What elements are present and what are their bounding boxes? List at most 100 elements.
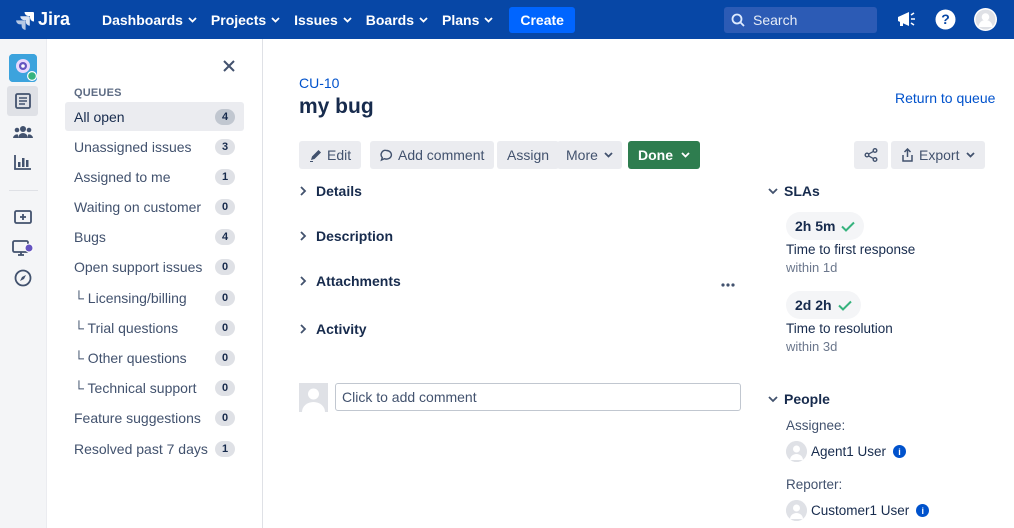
status-done-button[interactable]: Done [628, 141, 700, 169]
user-avatar-icon [786, 500, 807, 521]
channels-icon[interactable] [12, 237, 34, 259]
sla-target: within 3d [786, 339, 838, 354]
queue-item-assigned-to-me[interactable]: Assigned to me 1 [65, 162, 244, 191]
chevron-down-icon [484, 16, 493, 23]
queue-count: 0 [215, 379, 235, 396]
details-section-label: Details [316, 183, 362, 199]
queue-item-other-questions[interactable]: └ Other questions 0 [65, 343, 244, 372]
slas-section-toggle[interactable]: SLAs [768, 183, 820, 199]
activity-section-toggle[interactable]: Activity [299, 321, 367, 337]
nav-boards-label: Boards [365, 11, 414, 28]
info-icon[interactable]: i [893, 445, 907, 458]
activity-section-label: Activity [316, 321, 367, 337]
nav-boards[interactable]: Boards [366, 12, 428, 28]
chevron-down-icon [768, 188, 778, 195]
queue-item-all-open[interactable]: All open 4 [65, 102, 244, 131]
assign-button[interactable]: Assign [497, 141, 560, 169]
reporter-user[interactable]: Customer1 User i [786, 500, 930, 521]
project-avatar-icon[interactable] [9, 54, 37, 82]
queue-count: 0 [215, 289, 235, 306]
add-comment-button[interactable]: Add comment [370, 141, 495, 169]
nav-dashboards[interactable]: Dashboards [102, 12, 197, 28]
attachments-more-button[interactable] [721, 274, 735, 290]
nav-plans[interactable]: Plans [442, 12, 493, 28]
add-comment-label: Add comment [398, 147, 485, 163]
sla-time: 2d 2h [795, 297, 832, 313]
share-button[interactable] [854, 141, 888, 169]
queue-item-trial-questions[interactable]: └ Trial questions 0 [65, 313, 244, 342]
chevron-down-icon [966, 152, 976, 158]
queue-count: 0 [215, 258, 235, 275]
customers-icon[interactable] [12, 121, 34, 143]
queues-sidebar: QUEUES All open 4 Unassigned issues 3 Assi… [47, 39, 263, 528]
check-icon [841, 221, 856, 232]
help-icon[interactable]: ? [935, 9, 956, 33]
queue-count: 1 [215, 440, 235, 457]
more-label: More [566, 147, 598, 163]
queue-item-unassigned[interactable]: Unassigned issues 3 [65, 132, 244, 161]
issue-key-link[interactable]: CU-10 [299, 75, 339, 91]
comment-icon [380, 149, 393, 161]
queue-item-bugs[interactable]: Bugs 4 [65, 222, 244, 251]
sla-label: Time to resolution [786, 321, 893, 336]
chevron-down-icon [681, 152, 690, 158]
assignee-user[interactable]: Agent1 User i [786, 441, 907, 462]
chevron-right-icon [300, 276, 307, 286]
queue-item-feature-suggestions[interactable]: Feature suggestions 0 [65, 403, 244, 432]
slas-header: SLAs [784, 183, 820, 199]
queue-item-technical-support[interactable]: └ Technical support 0 [65, 373, 244, 402]
queue-count: 0 [215, 198, 235, 215]
more-button[interactable]: More [557, 141, 622, 169]
queue-label: └ Other questions [74, 349, 187, 366]
add-comment-field[interactable]: Click to add comment [335, 383, 741, 411]
queue-count: 1 [215, 168, 235, 185]
people-section-toggle[interactable]: People [768, 391, 830, 407]
nav-issues-label: Issues [294, 11, 338, 28]
queues-header: QUEUES [74, 87, 122, 99]
profile-avatar-icon[interactable] [974, 8, 997, 34]
details-section-toggle[interactable]: Details [299, 183, 362, 199]
create-button[interactable]: Create [509, 6, 575, 33]
queue-count: 4 [215, 108, 235, 125]
queue-item-waiting-on-customer[interactable]: Waiting on customer 0 [65, 192, 244, 221]
assignee-name: Agent1 User [811, 444, 887, 459]
queue-item-licensing-billing[interactable]: └ Licensing/billing 0 [65, 283, 244, 312]
svg-text:?: ? [941, 11, 950, 27]
pencil-icon [310, 149, 321, 162]
chevron-right-icon [300, 231, 307, 241]
description-section-label: Description [316, 228, 394, 244]
return-to-queue-link[interactable]: Return to queue [895, 90, 995, 106]
queue-label: Bugs [74, 228, 106, 245]
edit-label: Edit [327, 147, 352, 163]
jira-logo[interactable]: Jira [15, 9, 85, 30]
search-input[interactable]: Search [724, 7, 877, 33]
description-section-toggle[interactable]: Description [299, 228, 393, 244]
current-user-avatar [299, 383, 328, 412]
edit-button[interactable]: Edit [299, 141, 362, 169]
sla-target: within 1d [786, 260, 838, 275]
default-user-icon [299, 383, 328, 412]
chevron-down-icon [271, 16, 280, 23]
reporter-label: Reporter: [786, 477, 843, 492]
attachments-section-toggle[interactable]: Attachments [299, 273, 401, 289]
info-icon[interactable]: i [916, 504, 930, 517]
queue-label: └ Licensing/billing [74, 289, 187, 306]
queue-label: Resolved past 7 days [74, 440, 208, 457]
queue-item-open-support-issues[interactable]: Open support issues 0 [65, 252, 244, 281]
notifications-icon[interactable] [895, 9, 917, 32]
reports-icon[interactable] [12, 151, 34, 173]
queue-count: 0 [215, 409, 235, 426]
close-sidebar-button[interactable] [222, 59, 236, 73]
export-button[interactable]: Export [891, 141, 986, 169]
status-label: Done [638, 147, 673, 163]
nav-projects[interactable]: Projects [211, 12, 280, 28]
nav-issues[interactable]: Issues [294, 12, 352, 28]
queue-label: └ Technical support [74, 379, 197, 396]
explore-icon[interactable] [12, 267, 34, 289]
issue-title[interactable]: my bug [299, 95, 374, 119]
chevron-down-icon [604, 152, 613, 158]
queue-item-resolved-past-7-days[interactable]: Resolved past 7 days 1 [65, 434, 244, 463]
nav-plans-label: Plans [442, 11, 480, 28]
people-header: People [784, 391, 830, 407]
raise-request-icon[interactable] [12, 206, 34, 228]
